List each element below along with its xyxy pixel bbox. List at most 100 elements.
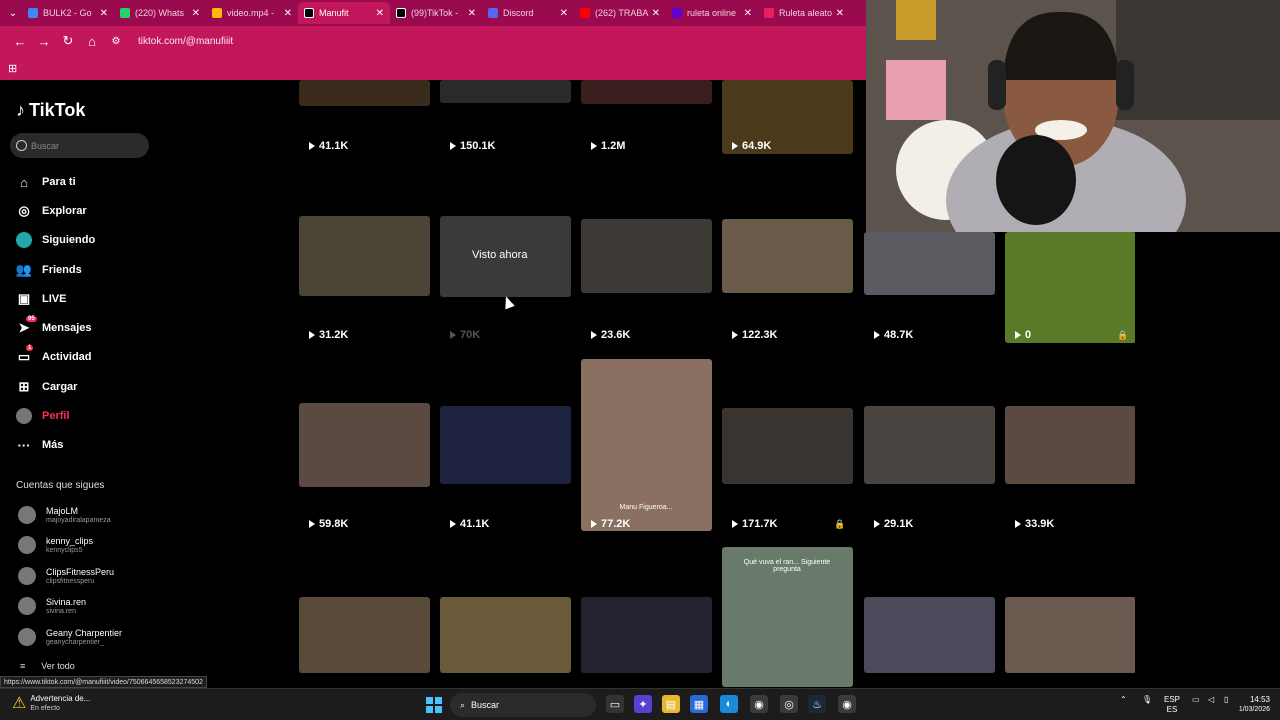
tray-chevron-icon[interactable]: ⌃ [1120, 695, 1127, 705]
video-thumbnail[interactable] [440, 80, 571, 103]
microphone-icon[interactable]: 🎙 [1142, 695, 1152, 705]
home-icon[interactable]: ⌂ [80, 34, 104, 49]
view-count: 23.6K [591, 329, 630, 341]
play-icon [591, 331, 597, 339]
close-icon[interactable]: ✕ [836, 8, 844, 19]
browser-tab[interactable]: (262) TRABA ✕ [574, 2, 666, 24]
sidebar-item-live[interactable]: ▣ LIVE [16, 289, 67, 309]
task-view-icon[interactable]: ▭ [606, 695, 624, 713]
browser-tab[interactable]: BULK2 - Go ✕ [22, 2, 114, 24]
following-account-item[interactable]: kenny_clips kennyclips5 [18, 533, 93, 557]
following-account-item[interactable]: Geany Charpentier geanycharpentier_ [18, 625, 122, 649]
video-thumbnail[interactable] [864, 232, 995, 295]
following-account-item[interactable]: ClipsFitnessPeru clipsfitnessperu [18, 564, 114, 588]
steam-icon[interactable]: ♨ [808, 695, 826, 713]
video-thumbnail[interactable] [581, 219, 712, 293]
obs-icon[interactable]: ◎ [780, 695, 798, 713]
sidebar-item-siguiendo[interactable]: ● Siguiendo [16, 230, 95, 250]
apps-grid-icon[interactable]: ⊞ [8, 62, 17, 75]
sidebar-item-para-ti[interactable]: ⌂ Para ti [16, 172, 76, 192]
video-thumbnail[interactable] [440, 597, 571, 673]
browser-tab[interactable]: ruleta online ✕ [666, 2, 758, 24]
tab-title: Manufit [319, 8, 349, 18]
store-icon[interactable]: ▦ [690, 695, 708, 713]
compass-icon: ◎ [18, 203, 30, 218]
video-thumbnail[interactable] [864, 597, 995, 673]
taskbar-search[interactable]: ⌕ Buscar [450, 693, 596, 717]
browser-tab[interactable]: video.mp4 - ✕ [206, 2, 298, 24]
view-count: 0 [1015, 329, 1031, 341]
close-icon[interactable]: ✕ [652, 8, 660, 19]
video-thumbnail[interactable] [299, 597, 430, 673]
language-indicator[interactable]: ESP ES [1164, 695, 1180, 715]
following-avatar-icon: ● [16, 232, 32, 248]
video-thumbnail[interactable] [1005, 597, 1135, 673]
tiktok-logo[interactable]: ♪ TikTok [16, 100, 85, 121]
close-icon[interactable]: ✕ [100, 8, 108, 19]
video-thumbnail[interactable] [581, 597, 712, 673]
edge-icon[interactable]: ◐ [720, 695, 738, 713]
video-thumbnail[interactable] [440, 406, 571, 484]
copilot-icon[interactable]: ✦ [634, 695, 652, 713]
file-explorer-icon[interactable]: ▤ [662, 695, 680, 713]
browser-tab[interactable]: Manufit ✕ [298, 2, 390, 24]
back-arrow-icon[interactable]: ← [8, 34, 32, 49]
sidebar-item-explorar[interactable]: ◎ Explorar [16, 201, 86, 221]
clock[interactable]: 14:53 1/03/2026 [1236, 695, 1270, 715]
sidebar-item-actividad[interactable]: ▭ 1 Actividad [16, 345, 92, 367]
account-handle: sivina.ren [46, 607, 76, 615]
video-thumbnail[interactable] [1005, 232, 1135, 343]
tab-favicon-icon [212, 8, 222, 18]
browser-tab[interactable]: (220) Whats ✕ [114, 2, 206, 24]
browser-tab[interactable]: (99)TikTok - ✕ [390, 2, 482, 24]
site-info-icon[interactable]: ⚙ [104, 36, 128, 47]
following-account-item[interactable]: Sivina.ren sivina.ren [18, 594, 86, 618]
close-icon[interactable]: ✕ [376, 8, 384, 19]
sidebar-item-mensajes[interactable]: ➤ 95 Mensajes [16, 316, 92, 338]
sidebar-item-cargar[interactable]: ⊞ Cargar [16, 377, 78, 397]
search-input[interactable]: Buscar [10, 133, 149, 158]
tab-title: video.mp4 - [227, 8, 275, 18]
sidebar-item-perfil[interactable]: ● Perfil [16, 406, 70, 426]
play-icon [450, 331, 456, 339]
reload-icon[interactable]: ↻ [56, 33, 80, 49]
close-icon[interactable]: ✕ [744, 8, 752, 19]
video-thumbnail[interactable] [722, 408, 853, 484]
view-count: 29.1K [874, 518, 913, 530]
webcam-person-image [866, 0, 1280, 232]
video-thumbnail[interactable] [299, 80, 430, 106]
forward-arrow-icon[interactable]: → [32, 34, 56, 49]
url-field[interactable]: tiktok.com/@manufiiit [138, 36, 233, 47]
close-icon[interactable]: ✕ [560, 8, 568, 19]
video-thumbnail[interactable] [1005, 406, 1135, 484]
see-all-link[interactable]: ≡ Ver todo [20, 661, 75, 671]
sidebar-item-más[interactable]: ··· Más [16, 435, 64, 455]
close-icon[interactable]: ✕ [284, 8, 292, 19]
weather-notice[interactable]: ⚠ Advertencia de... En efecto [12, 693, 90, 713]
chrome-icon[interactable]: ◉ [750, 695, 768, 713]
volume-icon[interactable]: ◁ [1208, 695, 1214, 705]
windows-start-icon[interactable] [426, 697, 442, 713]
link-status-bar: https://www.tiktok.com/@manufiiit/video/… [0, 676, 207, 688]
close-icon[interactable]: ✕ [468, 8, 476, 19]
chrome-profile-icon[interactable]: ◉ [838, 695, 856, 713]
video-thumbnail[interactable] [299, 216, 430, 296]
notification-badge: 1 [26, 345, 34, 351]
sidebar-item-label: Más [42, 439, 64, 451]
tab-search-chevron-icon[interactable]: ⌄ [4, 3, 22, 23]
close-icon[interactable]: ✕ [192, 8, 200, 19]
following-account-item[interactable]: MajoLM majoyadiralapameza [18, 503, 111, 527]
network-icon[interactable]: ▭ [1192, 695, 1200, 705]
battery-icon[interactable]: ▯ [1224, 695, 1228, 705]
browser-tab[interactable]: Ruleta aleato ✕ [758, 2, 850, 24]
video-thumbnail[interactable] [864, 406, 995, 484]
play-icon [591, 520, 597, 528]
browser-tab[interactable]: Discord ✕ [482, 2, 574, 24]
sidebar-item-friends[interactable]: 👥 Friends [16, 260, 82, 280]
video-thumbnail[interactable] [722, 219, 853, 293]
browser-tabbar: ⌄ BULK2 - Go ✕ (220) Whats ✕ video.mp4 - ✕ Man… [0, 0, 866, 26]
account-handle: geanycharpentier_ [46, 638, 104, 646]
video-thumbnail[interactable] [581, 80, 712, 104]
video-thumbnail[interactable] [299, 403, 430, 487]
tab-favicon-icon [120, 8, 130, 18]
